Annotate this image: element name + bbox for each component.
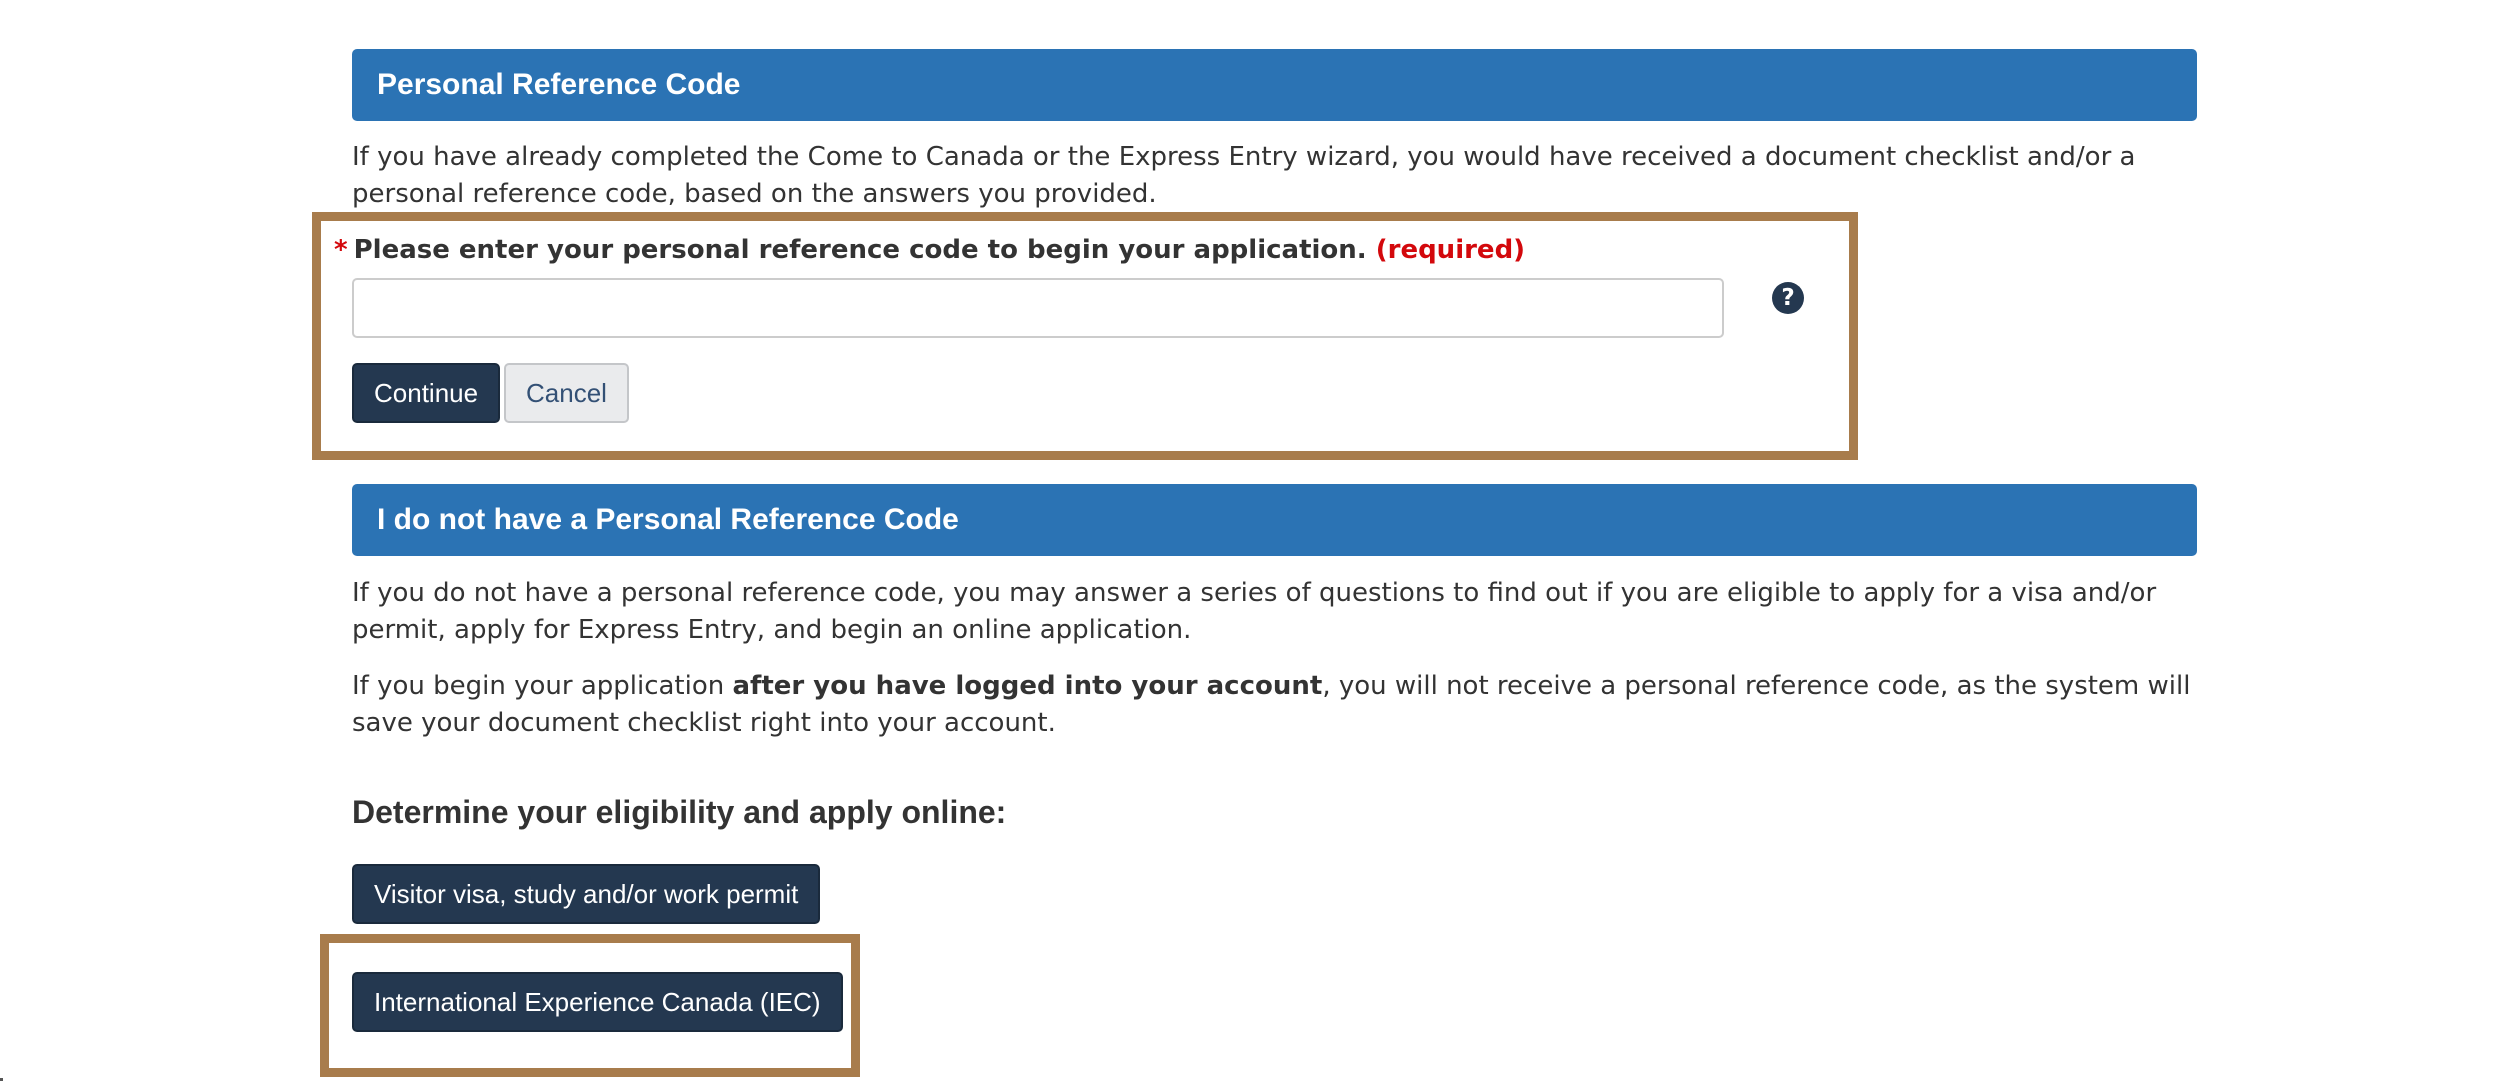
eligibility-heading: Determine your eligibility and apply onl… xyxy=(352,794,1007,830)
international-experience-canada-button[interactable]: International Experience Canada (IEC) xyxy=(352,972,843,1032)
personal-reference-code-header: Personal Reference Code xyxy=(352,49,2197,121)
personal-reference-intro: If you have already completed the Come t… xyxy=(352,142,2136,209)
logged-in-note-paragraph: If you begin your application after you … xyxy=(352,668,2202,742)
logged-in-note-bold: after you have logged into your account xyxy=(732,671,1323,701)
logged-in-note-start: If you begin your application xyxy=(352,671,733,701)
visitor-visa-study-work-permit-button[interactable]: Visitor visa, study and/or work permit xyxy=(352,864,821,924)
continue-button[interactable]: Continue xyxy=(352,363,501,423)
reference-code-input[interactable] xyxy=(352,278,1724,338)
no-reference-code-header: I do not have a Personal Reference Code xyxy=(352,484,2197,556)
reference-code-label: * Please enter your personal reference co… xyxy=(334,232,1525,269)
reference-code-label-text: Please enter your personal reference cod… xyxy=(353,235,1367,265)
cancel-button[interactable]: Cancel xyxy=(504,363,629,423)
corner-mark xyxy=(0,1078,3,1081)
question-circle-icon[interactable]: ? xyxy=(1772,282,1804,314)
no-reference-paragraph: If you do not have a personal reference … xyxy=(352,578,2157,645)
required-indicator: (required) xyxy=(1375,235,1526,265)
required-asterisk: * xyxy=(334,235,348,265)
